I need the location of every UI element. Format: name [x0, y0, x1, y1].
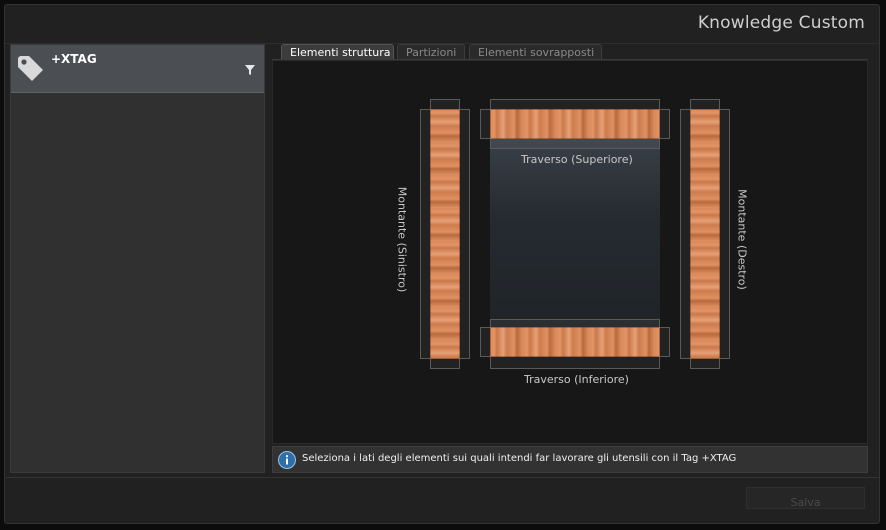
tag-list-item[interactable]: +XTAG — [11, 45, 264, 93]
filter-icon[interactable] — [245, 65, 255, 75]
bottom-rail-label: Traverso (Inferiore) — [524, 373, 629, 386]
save-button[interactable]: Salva — [746, 487, 865, 509]
info-message: Seleziona i lati degli elementi sui qual… — [302, 453, 737, 464]
tab-elementi-struttura[interactable]: Elementi struttura — [281, 44, 394, 60]
frame-elements-panel: Traverso (Superiore) Traverso (Inferiore… — [272, 60, 868, 444]
left-stile[interactable] — [430, 109, 460, 359]
tag-icon — [18, 56, 43, 81]
top-rail[interactable] — [490, 109, 660, 139]
bottom-rail[interactable] — [490, 327, 660, 357]
left-stile-label: Montante (Sinistro) — [395, 186, 409, 293]
tag-name: +XTAG — [51, 52, 97, 66]
right-stile-label: Montante (Destro) — [735, 189, 749, 290]
window-title: Knowledge Custom — [697, 13, 865, 33]
tab-partizioni[interactable]: Partizioni — [397, 44, 465, 60]
info-bar: Seleziona i lati degli elementi sui qual… — [272, 446, 868, 473]
right-stile[interactable] — [690, 109, 720, 359]
top-rail-label: Traverso (Superiore) — [521, 153, 633, 166]
info-icon — [278, 451, 296, 469]
frame-diagram: Traverso (Superiore) Traverso (Inferiore… — [273, 61, 867, 443]
tab-elementi-sovrapposti[interactable]: Elementi sovrapposti — [469, 44, 602, 60]
tag-list-panel: +XTAG — [10, 44, 265, 473]
footer-divider — [6, 477, 880, 478]
